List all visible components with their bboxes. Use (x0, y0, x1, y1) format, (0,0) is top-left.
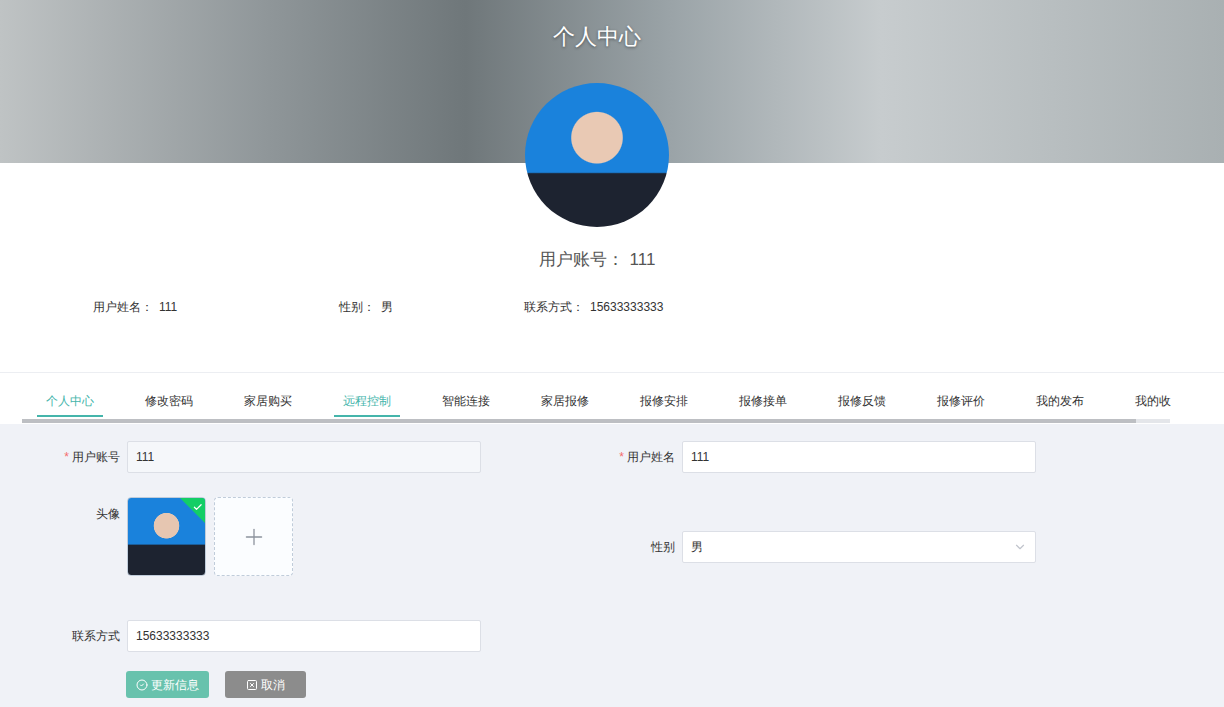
text-input[interactable]: 15633333333 (127, 620, 481, 652)
upload-add-button[interactable] (214, 497, 293, 576)
account-line: 用户账号：111 (0, 246, 1224, 274)
form-label: 头像 (0, 497, 127, 523)
profile-detail: 性别： 男 (339, 298, 524, 316)
account-label: 用户账号： (539, 246, 624, 274)
tab[interactable]: 报修反馈 (829, 386, 895, 417)
required-mark: * (619, 450, 624, 464)
tab[interactable]: 报修安排 (631, 386, 697, 417)
upload-success-badge (179, 497, 206, 526)
button-row: 更新信息 取消 (0, 671, 1224, 698)
detail-label: 联系方式： (524, 298, 584, 316)
check-icon (193, 502, 203, 512)
text-input[interactable]: 111 (682, 441, 1036, 473)
tab[interactable]: 我的收 (1126, 386, 1180, 417)
gender-select[interactable]: 男 (682, 531, 1036, 563)
scrollbar-thumb[interactable] (22, 419, 1136, 423)
tab[interactable]: 我的发布 (1027, 386, 1093, 417)
avatar-upload (127, 497, 293, 576)
divider (0, 372, 1224, 373)
text-input: 111 (127, 441, 481, 473)
input-value: 111 (136, 448, 154, 466)
profile-avatar (525, 83, 669, 227)
detail-label: 性别： (339, 298, 375, 316)
update-button[interactable]: 更新信息 (126, 671, 209, 698)
tab-scrollbar[interactable] (22, 419, 1170, 423)
tab[interactable]: 家居购买 (235, 386, 301, 417)
tab[interactable]: 智能连接 (433, 386, 499, 417)
form-item: *用户姓名 111 (555, 441, 1110, 473)
cancel-button[interactable]: 取消 (225, 671, 306, 698)
tab[interactable]: 修改密码 (136, 386, 202, 417)
select-value: 男 (691, 538, 703, 556)
detail-label: 用户姓名： (93, 298, 153, 316)
button-label: 更新信息 (151, 676, 199, 694)
plus-icon (241, 524, 267, 550)
tab[interactable]: 家居报修 (532, 386, 598, 417)
form-label: 联系方式 (0, 627, 127, 645)
close-square-icon (246, 679, 258, 691)
detail-value: 男 (381, 298, 393, 316)
check-circle-icon (136, 679, 148, 691)
detail-value: 15633333333 (590, 298, 663, 316)
detail-value: 111 (159, 298, 177, 316)
account-value: 111 (630, 246, 656, 274)
chevron-down-icon (1013, 540, 1027, 554)
form-grid: *用户账号 111 *用户姓名 111 头像性别男联系方式 15633333333 (0, 441, 1224, 652)
page: 个人中心用户账号：111用户姓名：111性别：男联系方式：15633333333… (0, 0, 1224, 707)
form-item: 头像 (0, 497, 555, 576)
tab-area: 个人中心 修改密码 家居购买 远程控制 智能连接 家居报修 报修安排 报修接单 报修反馈 报修评价… (0, 373, 1224, 424)
required-mark: * (64, 450, 69, 464)
form-label: *用户账号 (0, 448, 127, 466)
tab-strip: 个人中心 修改密码 家居购买 远程控制 智能连接 家居报修 报修安排 报修接单 报修反馈 报修评价… (22, 386, 1170, 417)
profile-details: 用户姓名： 111 性别： 男 联系方式： 15633333333 (0, 298, 1224, 316)
form-label: 性别 (555, 538, 682, 556)
form-item: 性别男 (555, 531, 1110, 563)
profile-detail: 联系方式： 15633333333 (524, 298, 1224, 316)
banner: 个人中心 (0, 0, 1224, 163)
profile-form: *用户账号 111 *用户姓名 111 头像性别男联系方式 15633333333 更新信息… (0, 424, 1224, 707)
uploaded-avatar[interactable] (127, 497, 206, 576)
tab[interactable]: 远程控制 (334, 386, 400, 417)
form-label: *用户姓名 (555, 448, 682, 466)
tab[interactable]: 个人中心 (37, 386, 103, 417)
profile-detail: 用户姓名： 111 (93, 298, 339, 316)
input-value: 15633333333 (136, 627, 209, 645)
button-label: 取消 (261, 676, 285, 694)
form-item: 联系方式 15633333333 (0, 620, 555, 652)
tab[interactable]: 报修评价 (928, 386, 994, 417)
input-value: 111 (691, 448, 709, 466)
tab[interactable]: 报修接单 (730, 386, 796, 417)
form-item: *用户账号 111 (0, 441, 555, 473)
